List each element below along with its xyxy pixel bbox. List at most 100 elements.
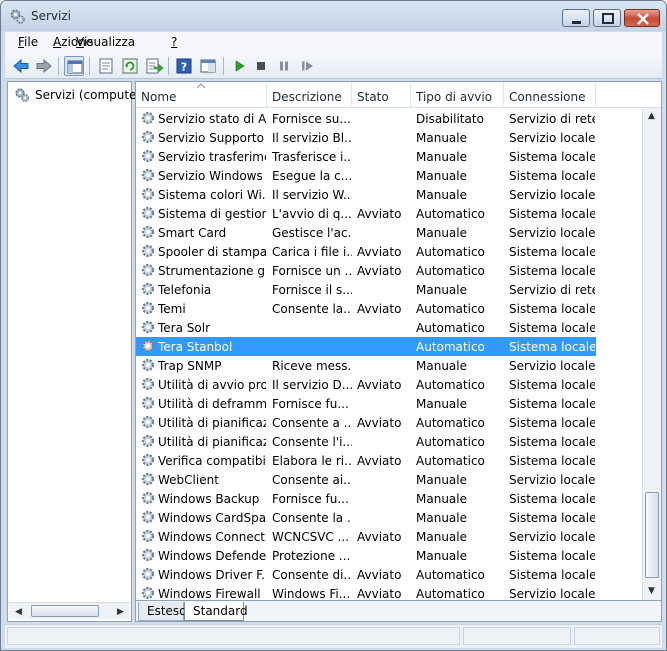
column-header-connessione[interactable]: Connessione	[504, 82, 596, 108]
minimize-button[interactable]	[562, 9, 590, 27]
service-name: Utilità di avvio pro...	[158, 378, 266, 392]
service-status: Avviato	[357, 587, 402, 600]
table-row[interactable]: Servizio Windows ... Esegue la c... Manual…	[136, 166, 596, 185]
service-status: Avviato	[357, 530, 402, 544]
table-row[interactable]: Telefonia Fornisce il s... Manuale Servizio…	[136, 280, 596, 299]
service-name: Windows Backup	[158, 492, 260, 506]
table-row[interactable]: Verifica compatibi... Elabora le ri... Avv…	[136, 451, 596, 470]
table-row[interactable]: Utilità di avvio pro... Il servizio D... A…	[136, 375, 596, 394]
column-header-nome[interactable]: Nome	[136, 82, 267, 108]
table-row[interactable]: Utilità di pianificaz... Consente l'i... A…	[136, 432, 596, 451]
service-logon: Sistema locale	[509, 245, 595, 259]
table-row[interactable]: Trap SNMP Riceve mess... Manuale Servizio l…	[136, 356, 596, 375]
view-tabs: Esteso Standard	[136, 600, 661, 621]
service-name: Utilità di pianificaz...	[158, 435, 266, 449]
service-name: Tera Solr	[158, 321, 211, 335]
table-row[interactable]: Windows Firewall Windows Fi... Avviato Auto…	[136, 584, 596, 600]
table-row[interactable]: Windows CardSpa... Consente la ... Manuale…	[136, 508, 596, 527]
title-bar[interactable]: Servizi	[1, 1, 666, 31]
maximize-button[interactable]	[593, 9, 621, 27]
table-row[interactable]: Sistema di gestion... L'avvio di q... Avvi…	[136, 204, 596, 223]
table-row[interactable]: Servizio Supporto ... Il servizio Bl... Ma…	[136, 128, 596, 147]
table-row[interactable]: Servizio trasferime... Trasferisce i... Ma…	[136, 147, 596, 166]
scrollbar-thumb[interactable]	[31, 605, 99, 617]
table-row[interactable]: Servizio stato di A... Fornisce su... Disa…	[136, 109, 596, 128]
menu-file[interactable]: File	[18, 35, 38, 49]
service-status: Avviato	[357, 568, 402, 582]
service-name: WebClient	[158, 473, 219, 487]
restart-service-icon[interactable]	[297, 56, 317, 76]
table-row[interactable]: Sistema colori Wi... Il servizio W... Manu…	[136, 185, 596, 204]
service-startup-type: Automatico	[416, 207, 485, 221]
table-row[interactable]: Windows Backup Fornisce fu... Manuale Siste…	[136, 489, 596, 508]
table-row[interactable]: WebClient Consente ai... Manuale Servizio l…	[136, 470, 596, 489]
service-status: Avviato	[357, 245, 402, 259]
service-logon: Sistema locale	[509, 321, 595, 335]
service-name: Servizio trasferime...	[158, 150, 266, 164]
column-header-stato[interactable]: Stato	[352, 82, 411, 108]
table-row[interactable]: Spooler di stampa Carica i file i... Avvia…	[136, 242, 596, 261]
table-row[interactable]: Utilità di deframm... Fornisce fu... Manua…	[136, 394, 596, 413]
list-vertical-scrollbar[interactable]: ▲ ▼	[642, 108, 661, 600]
menu-help[interactable]: ?	[171, 35, 177, 49]
service-startup-type: Manuale	[416, 492, 467, 506]
help-icon[interactable]: ?	[174, 56, 194, 76]
menu-visualizza[interactable]: Visualizza	[76, 35, 135, 49]
table-row[interactable]: Windows Driver F... Consente di... Avviato…	[136, 565, 596, 584]
table-row[interactable]: Temi Consente la... Avviato Automatico Siste…	[136, 299, 596, 318]
service-logon: Sistema locale	[509, 549, 595, 563]
service-description: Riceve mess...	[272, 359, 352, 373]
service-name: Tera Stanbol	[158, 340, 233, 354]
properties-icon[interactable]	[96, 56, 116, 76]
export-list-icon[interactable]	[144, 56, 164, 76]
service-name: Windows Connect...	[158, 530, 266, 544]
service-logon: Servizio locale	[509, 188, 595, 202]
service-description: Il servizio W...	[272, 188, 352, 202]
service-description: Il servizio D...	[272, 378, 352, 392]
service-startup-type: Manuale	[416, 549, 467, 563]
scroll-up-icon[interactable]: ▲	[648, 111, 655, 121]
service-startup-type: Automatico	[416, 378, 485, 392]
service-logon: Sistema locale	[509, 207, 595, 221]
stop-service-icon[interactable]	[251, 56, 271, 76]
column-header-tipo-avvio[interactable]: Tipo di avvio	[411, 82, 504, 108]
console-view-icon[interactable]	[198, 56, 218, 76]
service-startup-type: Automatico	[416, 245, 485, 259]
service-status: Avviato	[357, 302, 402, 316]
service-name: Spooler di stampa	[158, 245, 266, 259]
tab-standard[interactable]: Standard	[184, 602, 248, 621]
column-header-descrizione[interactable]: Descrizione	[267, 82, 352, 108]
table-row[interactable]: Smart Card Gestisce l'ac... Manuale Servizi…	[136, 223, 596, 242]
service-startup-type: Automatico	[416, 302, 485, 316]
service-name: Trap SNMP	[158, 359, 222, 373]
show-hide-tree-icon[interactable]	[64, 56, 84, 76]
service-description: Carica i file i...	[272, 245, 352, 259]
service-startup-type: Manuale	[416, 283, 467, 297]
service-startup-type: Manuale	[416, 131, 467, 145]
table-row[interactable]: Windows Defender Protezione ... Manuale Sis…	[136, 546, 596, 565]
table-row[interactable]: Tera Stanbol Automatico Sistema locale	[136, 337, 596, 356]
scroll-left-icon[interactable]: ◀	[15, 607, 22, 617]
tree-horizontal-scrollbar[interactable]: ◀ ▶	[9, 602, 130, 619]
tab-esteso[interactable]: Esteso	[138, 602, 187, 621]
service-name: Utilità di pianificaz...	[158, 416, 266, 430]
table-row[interactable]: Utilità di pianificaz... Consente a ... Av…	[136, 413, 596, 432]
scroll-down-icon[interactable]: ▼	[648, 586, 655, 596]
start-service-icon[interactable]	[229, 56, 249, 76]
table-row[interactable]: Strumentazione g... Fornisce un ... Avviat…	[136, 261, 596, 280]
service-logon: Sistema locale	[509, 378, 595, 392]
scroll-right-icon[interactable]: ▶	[117, 607, 124, 617]
table-row[interactable]: Tera Solr Automatico Sistema locale	[136, 318, 596, 337]
service-description: Consente l'i...	[272, 435, 352, 449]
back-arrow-icon[interactable]	[11, 56, 31, 76]
status-segment	[463, 627, 571, 645]
close-button[interactable]	[624, 9, 660, 27]
refresh-icon[interactable]	[120, 56, 140, 76]
pause-service-icon[interactable]	[274, 56, 294, 76]
scrollbar-thumb[interactable]	[645, 492, 659, 578]
tree-item-label: Servizi (computer	[35, 88, 142, 102]
table-row[interactable]: Windows Connect... WCNCSVC ... Avviato Manu…	[136, 527, 596, 546]
service-description: Consente la...	[272, 302, 352, 316]
forward-arrow-icon[interactable]	[34, 56, 54, 76]
service-description: Windows Fi...	[272, 587, 351, 600]
